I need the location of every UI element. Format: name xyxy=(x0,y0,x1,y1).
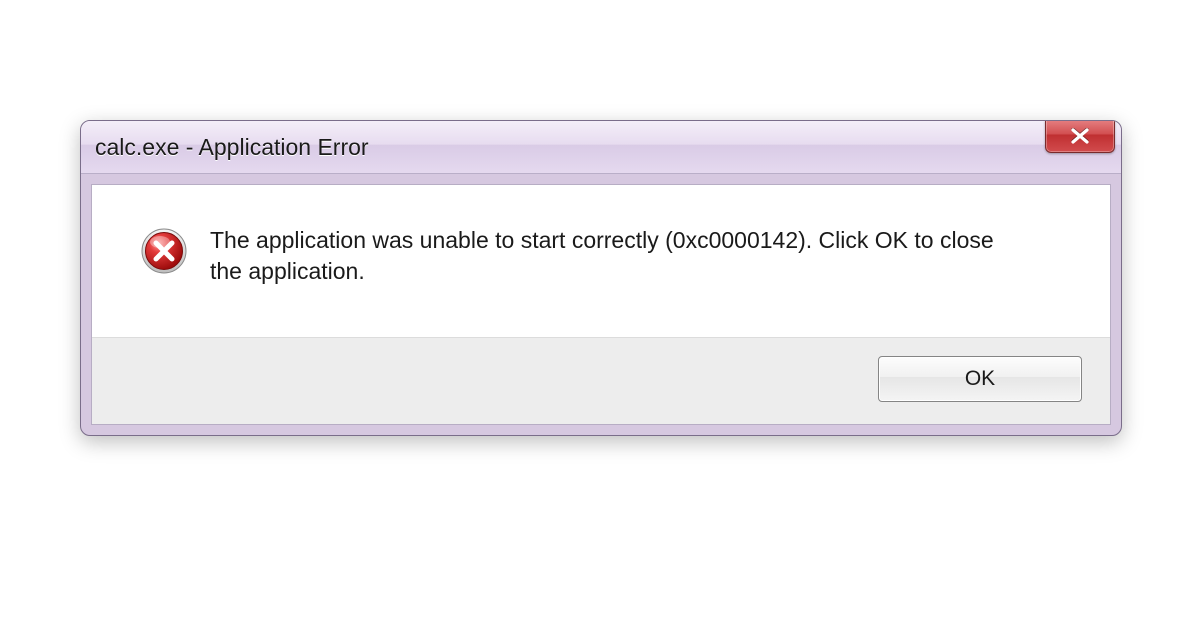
error-icon xyxy=(140,227,188,280)
window-title: calc.exe - Application Error xyxy=(95,134,1107,161)
error-dialog: calc.exe - Application Error xyxy=(80,120,1122,436)
dialog-frame: The application was unable to start corr… xyxy=(91,184,1111,425)
ok-button[interactable]: OK xyxy=(878,356,1082,402)
close-icon xyxy=(1067,128,1093,144)
titlebar[interactable]: calc.exe - Application Error xyxy=(81,121,1121,174)
error-message: The application was unable to start corr… xyxy=(210,225,1030,287)
viewport: calc.exe - Application Error xyxy=(0,0,1200,627)
dialog-content: The application was unable to start corr… xyxy=(92,185,1110,337)
button-row: OK xyxy=(92,337,1110,424)
close-button[interactable] xyxy=(1045,120,1115,153)
